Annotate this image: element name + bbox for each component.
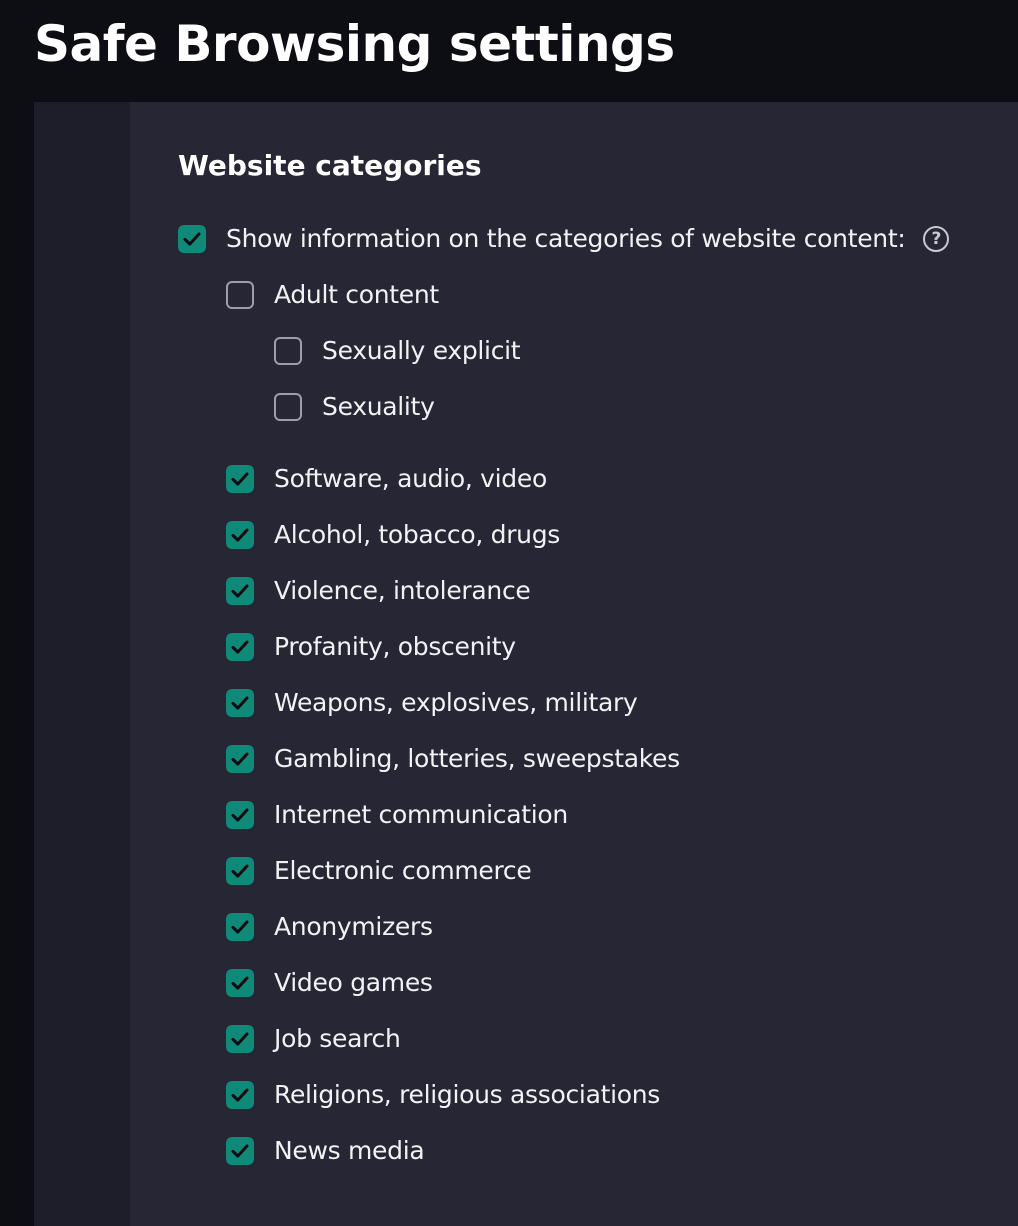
checkmark-icon <box>231 864 249 878</box>
checkmark-icon <box>231 920 249 934</box>
adult-content-label: Adult content <box>274 280 439 309</box>
category-label: Profanity, obscenity <box>274 632 516 661</box>
sidebar-strip <box>34 102 130 1226</box>
checkmark-icon <box>231 1032 249 1046</box>
question-circle-icon[interactable]: ? <box>923 226 950 252</box>
category-label: Alcohol, tobacco, drugs <box>274 520 561 549</box>
category-checkbox[interactable] <box>226 1081 254 1109</box>
checkmark-icon <box>231 696 249 710</box>
category-label: News media <box>274 1136 425 1165</box>
category-checkbox[interactable] <box>226 745 254 773</box>
show-categories-label: Show information on the categories of we… <box>226 224 906 253</box>
show-categories-checkbox[interactable] <box>178 225 206 253</box>
category-item[interactable]: Gambling, lotteries, sweepstakes <box>226 742 680 776</box>
checkmark-icon <box>183 232 201 246</box>
adult-content-checkbox[interactable] <box>226 281 254 309</box>
page-title: Safe Browsing settings <box>34 15 675 73</box>
category-checkbox[interactable] <box>226 521 254 549</box>
sexually-explicit-checkbox[interactable] <box>274 337 302 365</box>
category-sexually-explicit[interactable]: Sexually explicit <box>274 334 521 368</box>
sexuality-label: Sexuality <box>322 392 435 421</box>
category-label: Gambling, lotteries, sweepstakes <box>274 744 680 773</box>
category-item[interactable]: Job search <box>226 1022 401 1056</box>
checkmark-icon <box>231 1144 249 1158</box>
checkmark-icon <box>231 640 249 654</box>
section-title: Website categories <box>178 149 482 182</box>
checkmark-icon <box>231 528 249 542</box>
category-item[interactable]: Religions, religious associations <box>226 1078 660 1112</box>
category-label: Electronic commerce <box>274 856 532 885</box>
category-checkbox[interactable] <box>226 857 254 885</box>
category-checkbox[interactable] <box>226 913 254 941</box>
sexuality-checkbox[interactable] <box>274 393 302 421</box>
sexually-explicit-label: Sexually explicit <box>322 336 521 365</box>
category-label: Job search <box>274 1024 401 1053</box>
category-item[interactable]: Weapons, explosives, military <box>226 686 638 720</box>
category-label: Anonymizers <box>274 912 433 941</box>
category-item[interactable]: Internet communication <box>226 798 568 832</box>
category-adult-content[interactable]: Adult content <box>226 278 439 312</box>
category-label: Religions, religious associations <box>274 1080 661 1109</box>
category-label: Software, audio, video <box>274 464 547 493</box>
category-item[interactable]: Electronic commerce <box>226 854 532 888</box>
category-label: Internet communication <box>274 800 568 829</box>
category-checkbox[interactable] <box>226 969 254 997</box>
checkmark-icon <box>231 584 249 598</box>
category-item[interactable]: Violence, intolerance <box>226 574 531 608</box>
category-checkbox[interactable] <box>226 1137 254 1165</box>
checkmark-icon <box>231 472 249 486</box>
checkmark-icon <box>231 752 249 766</box>
checkmark-icon <box>231 1088 249 1102</box>
category-item[interactable]: Software, audio, video <box>226 462 547 496</box>
category-checkbox[interactable] <box>226 1025 254 1053</box>
category-checkbox[interactable] <box>226 577 254 605</box>
category-label: Weapons, explosives, military <box>274 688 638 717</box>
category-checkbox[interactable] <box>226 801 254 829</box>
settings-panel <box>130 102 1018 1226</box>
category-item[interactable]: Anonymizers <box>226 910 433 944</box>
category-item[interactable]: Alcohol, tobacco, drugs <box>226 518 560 552</box>
category-label: Violence, intolerance <box>274 576 531 605</box>
checkmark-icon <box>231 976 249 990</box>
category-label: Video games <box>274 968 433 997</box>
category-checkbox[interactable] <box>226 633 254 661</box>
category-checkbox[interactable] <box>226 465 254 493</box>
category-checkbox[interactable] <box>226 689 254 717</box>
category-item[interactable]: News media <box>226 1134 425 1168</box>
show-categories-option[interactable]: Show information on the categories of we… <box>178 222 950 256</box>
checkmark-icon <box>231 808 249 822</box>
category-item[interactable]: Video games <box>226 966 433 1000</box>
category-item[interactable]: Profanity, obscenity <box>226 630 516 664</box>
category-sexuality[interactable]: Sexuality <box>274 390 435 424</box>
